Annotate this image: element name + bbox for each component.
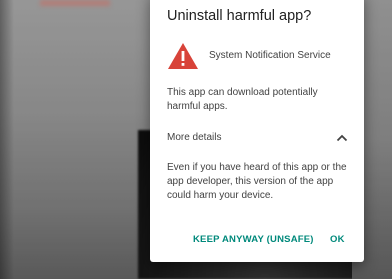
more-details-toggle[interactable]: More details [167, 128, 349, 148]
more-details-label: More details [167, 132, 222, 143]
dialog-actions: KEEP ANYWAY (UNSAFE) OK [150, 230, 364, 252]
ok-button[interactable]: OK [330, 234, 345, 245]
warning-triangle-icon [168, 43, 198, 69]
dialog-title: Uninstall harmful app? [167, 8, 312, 24]
details-text: Even if you have heard of this app or th… [167, 162, 347, 201]
screen: Uninstall harmful app? System Notificati… [0, 0, 392, 279]
app-row: System Notification Service [167, 42, 357, 72]
app-name: System Notification Service [209, 50, 331, 61]
keep-anyway-button[interactable]: KEEP ANYWAY (UNSAFE) [193, 234, 314, 245]
chevron-up-icon[interactable] [335, 131, 349, 145]
dialog-description: This app can download potentially harmfu… [167, 87, 318, 112]
uninstall-dialog: Uninstall harmful app? System Notificati… [150, 0, 364, 262]
